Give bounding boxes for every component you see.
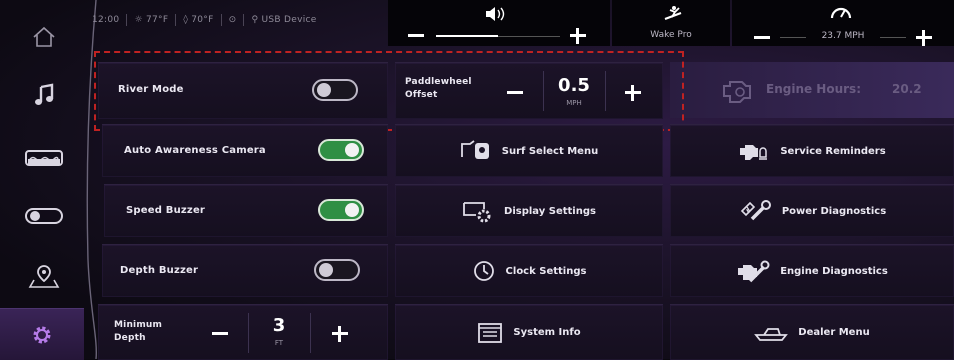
minimum-depth-value: 3 xyxy=(272,315,286,336)
outside-temp: 77°F xyxy=(145,15,169,25)
usb-label: USB Device xyxy=(261,15,317,25)
map-pin-icon xyxy=(28,265,60,288)
surf-camera-icon xyxy=(460,140,489,159)
engine-diagnostics-label: Engine Diagnostics xyxy=(780,265,888,277)
minimum-depth-decrease-button[interactable] xyxy=(212,332,228,335)
speed-readout: 23.7 MPH xyxy=(821,31,865,41)
gear-icon xyxy=(33,326,51,343)
system-info-button[interactable]: System Info xyxy=(395,304,663,360)
minimum-depth-tile: Minimum Depth 3 FT xyxy=(98,304,388,360)
auto-awareness-toggle[interactable] xyxy=(318,139,364,161)
power-wrench-icon xyxy=(740,200,771,221)
depth-buzzer-tile: Depth Buzzer xyxy=(102,244,388,297)
speedometer-icon xyxy=(830,7,852,19)
depth-buzzer-toggle[interactable] xyxy=(314,259,360,281)
sidebar-item-home[interactable] xyxy=(0,12,88,62)
display-gear-icon xyxy=(463,202,491,223)
boat-icon xyxy=(25,150,63,166)
speaker-icon xyxy=(486,7,505,21)
depth-buzzer-label: Depth Buzzer xyxy=(120,265,199,276)
speed-down-button[interactable] xyxy=(754,36,770,39)
clock-icon xyxy=(473,261,494,281)
status-bar: 12:00 ☼ 77°F ◊ 70°F ⊙ ⚲ USB Device xyxy=(92,14,317,26)
volume-control xyxy=(388,0,610,46)
speed-line-left xyxy=(780,37,806,38)
auto-awareness-tile: Auto Awareness Camera xyxy=(102,124,388,177)
engine-hours-value: 20.2 xyxy=(892,82,922,96)
sidebar xyxy=(0,0,100,360)
volume-slider-track[interactable] xyxy=(498,36,560,37)
wake-mode-label: Wake Pro xyxy=(650,30,692,40)
surf-select-label: Surf Select Menu xyxy=(501,145,599,157)
speed-buzzer-label: Speed Buzzer xyxy=(126,205,206,216)
clock-settings-label: Clock Settings xyxy=(505,265,587,277)
engine-diagnostics-button[interactable]: Engine Diagnostics xyxy=(670,244,954,297)
music-note-icon xyxy=(35,83,54,105)
boat-hull-icon xyxy=(754,327,789,341)
display-settings-button[interactable]: Display Settings xyxy=(395,184,663,237)
clock-settings-button[interactable]: Clock Settings xyxy=(395,244,663,297)
sidebar-item-boat[interactable] xyxy=(0,133,88,183)
highlight-outline xyxy=(94,51,684,131)
toggle-icon xyxy=(25,208,63,224)
engine-wrench-icon xyxy=(738,260,770,283)
engine-hours-label: Engine Hours: xyxy=(766,82,861,96)
gps-icon: ⊙ xyxy=(228,15,237,25)
usb-icon: ⚲ xyxy=(251,15,259,25)
service-bell-icon xyxy=(740,145,768,160)
depth-stepper-divider-right xyxy=(310,313,311,353)
service-reminders-label: Service Reminders xyxy=(780,145,886,157)
water-temp: 70°F xyxy=(191,15,214,25)
speed-buzzer-tile: Speed Buzzer xyxy=(104,184,388,237)
speed-buzzer-toggle[interactable] xyxy=(318,199,364,221)
service-reminders-button[interactable]: Service Reminders xyxy=(670,124,954,177)
minimum-depth-label: Minimum Depth xyxy=(114,320,163,343)
depth-stepper-divider-left xyxy=(248,313,249,353)
wake-mode-button[interactable]: Wake Pro xyxy=(612,0,730,46)
sidebar-item-music[interactable] xyxy=(0,70,88,120)
surf-select-menu-button[interactable]: Surf Select Menu xyxy=(395,124,663,177)
speed-line-right xyxy=(880,37,906,38)
volume-slider-fill[interactable] xyxy=(436,35,498,37)
volume-down-button[interactable] xyxy=(408,34,424,37)
sun-icon: ☼ xyxy=(134,15,143,25)
sidebar-item-map[interactable] xyxy=(0,251,88,301)
auto-awareness-label: Auto Awareness Camera xyxy=(124,145,266,156)
sidebar-item-settings[interactable] xyxy=(0,308,84,360)
system-info-icon xyxy=(478,322,503,343)
display-settings-label: Display Settings xyxy=(504,205,596,217)
minimum-depth-unit: FT xyxy=(274,339,284,347)
power-diagnostics-label: Power Diagnostics xyxy=(781,205,887,217)
wakeboarder-icon xyxy=(664,6,682,21)
speed-control: 23.7 MPH xyxy=(732,0,954,46)
power-diagnostics-button[interactable]: Power Diagnostics xyxy=(670,184,954,237)
water-drop-icon: ◊ xyxy=(183,15,189,25)
sidebar-item-toggles[interactable] xyxy=(0,191,88,241)
home-icon xyxy=(33,26,55,47)
clock: 12:00 xyxy=(92,15,120,25)
dealer-menu-button[interactable]: Dealer Menu xyxy=(670,304,954,360)
engine-icon xyxy=(723,81,751,103)
engine-hours-tile: Engine Hours: 20.2 xyxy=(670,62,954,118)
dealer-menu-label: Dealer Menu xyxy=(798,327,870,338)
system-info-label: System Info xyxy=(513,327,581,338)
